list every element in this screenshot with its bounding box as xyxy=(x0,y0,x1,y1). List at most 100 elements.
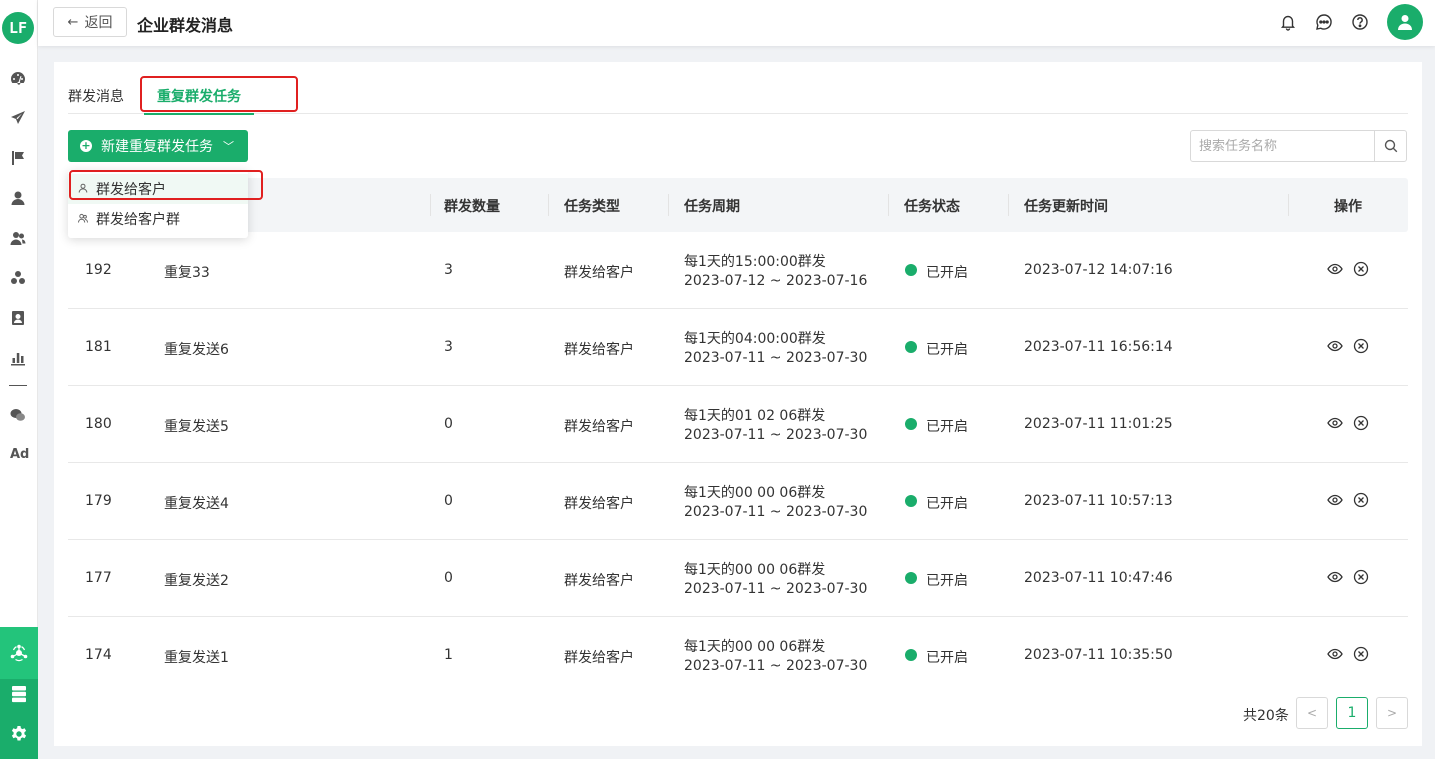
th-task-status: 任务状态 xyxy=(904,199,960,215)
close-circle-icon[interactable] xyxy=(1353,569,1369,585)
eye-icon[interactable] xyxy=(1327,646,1343,662)
dashboard-icon[interactable] xyxy=(9,69,27,87)
flag-icon[interactable] xyxy=(9,149,27,167)
cell-id: 181 xyxy=(85,339,112,355)
sidebar-divider xyxy=(9,385,27,386)
status-dot xyxy=(905,341,917,353)
group-icon[interactable] xyxy=(9,269,27,287)
cell-cycle: 每1天的15:00:00群发 xyxy=(684,254,826,270)
cell-name: 重复发送4 xyxy=(164,496,229,512)
cell-type: 群发给客户 xyxy=(564,573,634,589)
cell-type: 群发给客户 xyxy=(564,342,634,358)
cell-count: 0 xyxy=(444,570,453,586)
th-actions: 操作 xyxy=(1334,199,1362,215)
chevron-down-icon: ﹀ xyxy=(223,140,234,153)
cell-status: 已开启 xyxy=(926,573,968,589)
search-input[interactable] xyxy=(1191,131,1375,161)
contacts-icon[interactable] xyxy=(9,309,27,327)
cell-status: 已开启 xyxy=(926,496,968,512)
cell-type: 群发给客户 xyxy=(564,496,634,512)
eye-icon[interactable] xyxy=(1327,338,1343,354)
pagination-next-button[interactable]: > xyxy=(1376,697,1408,729)
tab-broadcast-messages[interactable]: 群发消息 xyxy=(68,86,124,106)
people-icon xyxy=(78,213,88,226)
cell-name: 重复发送5 xyxy=(164,419,229,435)
status-dot xyxy=(905,495,917,507)
table-row: 181 重复发送6 3 群发给客户 每1天的04:00:00群发 2023-07… xyxy=(68,309,1408,386)
cell-count: 0 xyxy=(444,416,453,432)
close-circle-icon[interactable] xyxy=(1353,492,1369,508)
connect-icon[interactable] xyxy=(10,644,28,662)
bar-chart-icon[interactable] xyxy=(9,349,27,367)
th-send-count: 群发数量 xyxy=(444,199,500,215)
cell-range: 2023-07-11 ~ 2023-07-30 xyxy=(684,427,868,443)
new-repeat-task-button[interactable]: + 新建重复群发任务 ﹀ xyxy=(68,130,248,162)
th-task-cycle: 任务周期 xyxy=(684,199,740,215)
close-circle-icon[interactable] xyxy=(1353,646,1369,662)
cell-status: 已开启 xyxy=(926,265,968,281)
app-logo[interactable]: LF xyxy=(2,12,34,44)
cell-id: 177 xyxy=(85,570,112,586)
header-separator xyxy=(668,194,669,216)
close-circle-icon[interactable] xyxy=(1353,261,1369,277)
dropdown-item-send-to-customer-groups[interactable]: 群发给客户群 xyxy=(68,204,248,234)
users-icon[interactable] xyxy=(9,229,27,247)
arrow-left-icon: ← xyxy=(67,14,79,30)
close-circle-icon[interactable] xyxy=(1353,415,1369,431)
new-repeat-task-label: 新建重复群发任务 xyxy=(101,139,213,155)
status-dot xyxy=(905,418,917,430)
settings-icon[interactable] xyxy=(10,725,28,743)
top-header: ← 返回 企业群发消息 xyxy=(38,0,1435,46)
cell-updated: 2023-07-11 11:01:25 xyxy=(1024,416,1173,432)
user-avatar[interactable] xyxy=(1387,4,1423,40)
cell-count: 3 xyxy=(444,339,453,355)
eye-icon[interactable] xyxy=(1327,569,1343,585)
back-button-label: 返回 xyxy=(84,15,113,31)
back-button[interactable]: ← 返回 xyxy=(53,7,127,37)
page-title: 企业群发消息 xyxy=(137,16,234,35)
cell-status: 已开启 xyxy=(926,650,968,666)
highlight-box-dropdown-item xyxy=(69,170,263,200)
highlight-box-tab xyxy=(140,76,298,112)
search-icon xyxy=(1384,139,1397,153)
user-icon[interactable] xyxy=(9,189,27,207)
eye-icon[interactable] xyxy=(1327,261,1343,277)
server-icon[interactable] xyxy=(10,685,28,703)
status-dot xyxy=(905,264,917,276)
cell-updated: 2023-07-11 16:56:14 xyxy=(1024,339,1173,355)
eye-icon[interactable] xyxy=(1327,492,1343,508)
cell-id: 192 xyxy=(85,262,112,278)
pagination-prev-button[interactable]: < xyxy=(1296,697,1328,729)
help-icon[interactable] xyxy=(1351,13,1369,31)
cell-status: 已开启 xyxy=(926,342,968,358)
cell-cycle: 每1天的00 00 06群发 xyxy=(684,562,826,578)
bell-icon[interactable] xyxy=(1279,13,1297,31)
pagination-page-1[interactable]: 1 xyxy=(1336,697,1368,729)
dropdown-item-label: 群发给客户群 xyxy=(96,212,180,228)
cell-count: 3 xyxy=(444,262,453,278)
ad-label[interactable]: Ad xyxy=(10,447,29,462)
cell-updated: 2023-07-11 10:57:13 xyxy=(1024,493,1173,509)
send-icon[interactable] xyxy=(9,109,27,127)
cell-status: 已开启 xyxy=(926,419,968,435)
status-dot xyxy=(905,572,917,584)
wechat-icon[interactable] xyxy=(9,406,27,424)
cell-type: 群发给客户 xyxy=(564,650,634,666)
table-row: 180 重复发送5 0 群发给客户 每1天的01 02 06群发 2023-07… xyxy=(68,386,1408,463)
plus-circle-icon: + xyxy=(80,139,92,152)
cell-count: 1 xyxy=(444,647,453,663)
search-button[interactable] xyxy=(1374,131,1406,161)
message-icon[interactable] xyxy=(1315,13,1333,31)
close-circle-icon[interactable] xyxy=(1353,338,1369,354)
cell-updated: 2023-07-11 10:47:46 xyxy=(1024,570,1173,586)
cell-updated: 2023-07-12 14:07:16 xyxy=(1024,262,1173,278)
header-separator xyxy=(888,194,889,216)
table-header: 群发数量 任务类型 任务周期 任务状态 任务更新时间 操作 xyxy=(68,178,1408,232)
cell-name: 重复发送1 xyxy=(164,650,229,666)
header-separator xyxy=(548,194,549,216)
cell-id: 179 xyxy=(85,493,112,509)
sidebar-bottom-panel xyxy=(0,627,38,759)
eye-icon[interactable] xyxy=(1327,415,1343,431)
cell-name: 重复发送6 xyxy=(164,342,229,358)
cell-name: 重复33 xyxy=(164,265,210,281)
